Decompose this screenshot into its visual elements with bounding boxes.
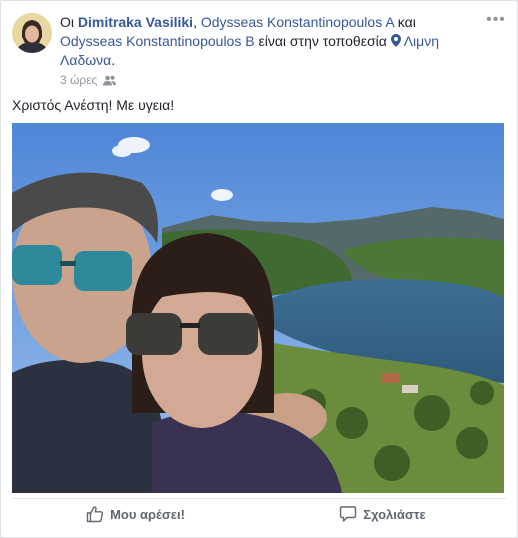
post-actions: Μου αρέσει! Σχολιάστε <box>12 499 506 529</box>
friends-icon[interactable] <box>103 75 117 86</box>
post-meta: 3 ώρες <box>60 73 117 87</box>
headline-conjunction: και <box>397 14 416 30</box>
location-phrase: είναι στην τοποθεσία <box>258 33 387 49</box>
headline-end: . <box>111 52 116 68</box>
post-headline: Οι Dimitraka Vasiliki, Odysseas Konstant… <box>60 13 480 70</box>
like-button[interactable]: Μου αρέσει! <box>12 499 259 529</box>
like-label: Μου αρέσει! <box>110 506 185 522</box>
tagged-friend-a-link[interactable]: Odysseas Konstantinopoulos A <box>201 14 394 30</box>
post-photo[interactable] <box>12 123 504 493</box>
post-text: Χριστός Ανέστη! Με υγεια! <box>12 97 175 113</box>
thumbs-up-icon <box>86 506 104 523</box>
author-name-link[interactable]: Dimitraka Vasiliki <box>78 14 193 30</box>
location-pin-icon <box>390 34 401 47</box>
tagged-friend-b-link[interactable]: Odysseas Konstantinopoulos B <box>60 33 255 49</box>
headline-separator: , <box>193 14 197 30</box>
headline-prefix: Οι <box>60 14 74 30</box>
post-card: Οι Dimitraka Vasiliki, Odysseas Konstant… <box>0 0 518 538</box>
comment-bubble-icon <box>340 506 357 522</box>
more-options-icon[interactable]: ••• <box>486 12 506 29</box>
comment-label: Σχολιάστε <box>363 506 426 522</box>
post-header: Οι Dimitraka Vasiliki, Odysseas Konstant… <box>12 12 506 93</box>
author-avatar[interactable] <box>12 13 52 53</box>
post-timestamp[interactable]: 3 ώρες <box>60 73 97 87</box>
comment-button[interactable]: Σχολιάστε <box>259 499 506 529</box>
